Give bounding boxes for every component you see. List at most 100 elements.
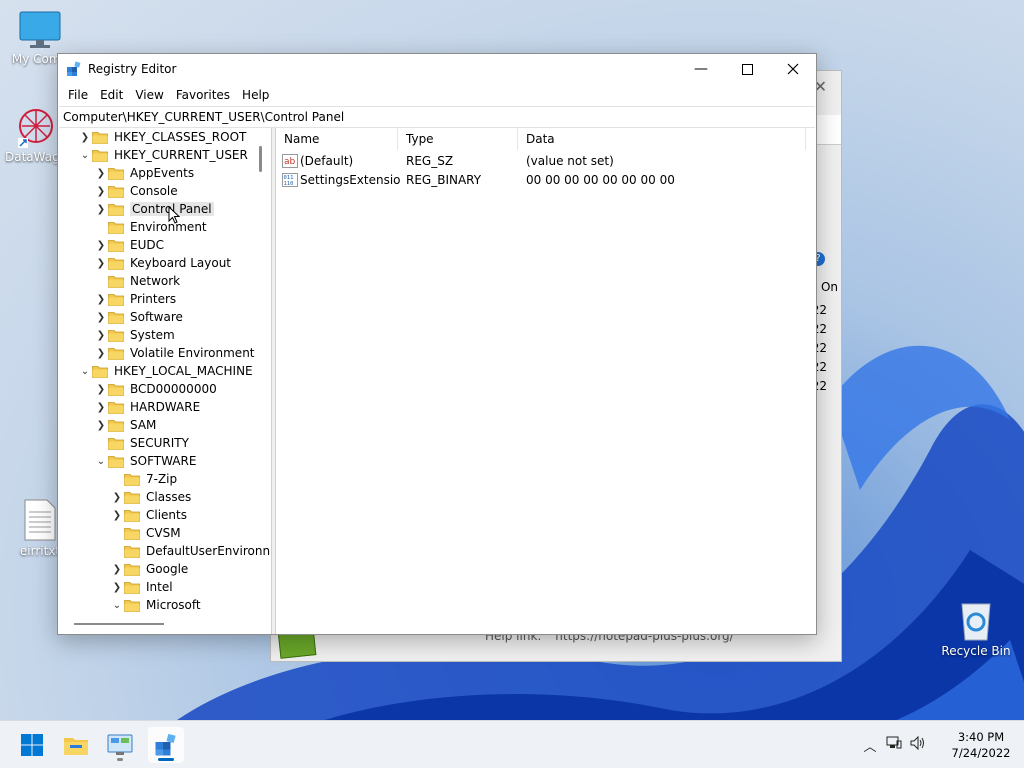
chevron-right-icon[interactable]: ❯ [94,204,108,215]
tree-vertical-scrollbar[interactable] [259,146,262,172]
tree-node[interactable]: ❯ Volatile Environment [94,344,255,362]
registry-editor-icon [155,733,176,756]
tree-node[interactable]: ⌄ Microsoft [110,596,201,614]
network-icon[interactable] [882,736,906,754]
menu-edit[interactable]: Edit [94,88,129,102]
tree-node[interactable]: 7-Zip [110,470,177,488]
control-panel-button[interactable] [102,727,138,763]
tree-node[interactable]: ⌄ SOFTWARE [94,452,197,470]
tree-node[interactable]: Environment [94,218,207,236]
chevron-right-icon[interactable]: ❯ [78,132,92,143]
tree-node[interactable]: ❯ EUDC [94,236,164,254]
chevron-right-icon[interactable]: ❯ [94,258,108,269]
tree-node[interactable]: ❯ Software [94,308,183,326]
chevron-down-icon[interactable]: ⌄ [94,456,108,467]
chevron-down-icon[interactable]: ⌄ [78,366,92,377]
value-name: SettingsExtensio... [300,173,400,187]
tree-node[interactable]: ❯ Clients [110,506,187,524]
desktop-icon-label: Recycle Bin [941,644,1011,658]
desktop-icon-recycle-bin[interactable]: Recycle Bin [936,598,1016,658]
maximize-button[interactable] [724,54,770,84]
menu-file[interactable]: File [62,88,94,102]
tree-node[interactable]: ❯ SAM [94,416,157,434]
column-header: l On [813,280,838,294]
registry-editor-taskbar-button[interactable] [148,727,184,763]
key-tree[interactable]: ❯ HKEY_CLASSES_ROOT ⌄ HKEY_CURRENT_USER ❯ App… [58,128,272,634]
chevron-down-icon[interactable]: ⌄ [110,600,124,611]
values-list[interactable]: Name Type Data ab (Default) REG_SZ (valu… [276,128,816,634]
tree-node-label: CVSM [146,526,181,540]
tree-node-label: HARDWARE [130,400,201,414]
tree-node[interactable]: ❯ Intel [110,578,173,596]
chevron-right-icon[interactable]: ❯ [94,294,108,305]
tree-node[interactable]: ⌄ HKEY_CURRENT_USER [78,146,248,164]
chevron-right-icon[interactable]: ❯ [110,492,124,503]
tree-node[interactable]: ❯ Classes [110,488,191,506]
tree-node[interactable]: CVSM [110,524,181,542]
tree-node[interactable]: ❯ BCD00000000 [94,380,217,398]
tree-node-label: Network [130,274,181,288]
file-explorer-button[interactable] [58,727,94,763]
title-bar[interactable]: Registry Editor — [58,54,816,84]
tree-node-label: SOFTWARE [130,454,197,468]
volume-icon[interactable] [906,735,930,754]
chevron-right-icon[interactable]: ❯ [94,312,108,323]
value-type: REG_SZ [406,154,454,168]
tree-node[interactable]: ❯ Printers [94,290,176,308]
value-row[interactable]: 011 110 SettingsExtensio... REG_BINARY 0… [276,171,816,190]
tree-node[interactable]: ❯ HKEY_CLASSES_ROOT [78,128,247,146]
value-data: (value not set) [526,154,614,168]
value-row[interactable]: ab (Default) REG_SZ (value not set) [276,152,816,171]
tree-node[interactable]: ❯ AppEvents [94,164,194,182]
value-type: REG_BINARY [406,173,482,187]
registry-editor-window[interactable]: Registry Editor — File Edit View Favorit… [57,53,817,635]
address-bar[interactable]: Computer\HKEY_CURRENT_USER\Control Panel [59,106,815,128]
column-header-type[interactable]: Type [398,128,518,150]
tree-node[interactable]: ⌄ HKEY_LOCAL_MACHINE [78,362,253,380]
tree-node-label: SAM [130,418,157,432]
tree-node[interactable]: DefaultUserEnvironn [110,542,270,560]
tree-node[interactable]: ❯ Console [94,182,178,200]
folder-icon [108,401,124,414]
column-header-name[interactable]: Name [276,128,398,150]
chevron-up-icon[interactable]: ︿ [858,736,882,755]
chevron-right-icon[interactable]: ❯ [94,384,108,395]
address-path: Computer\HKEY_CURRENT_USER\Control Panel [63,110,345,124]
svg-text:ab: ab [284,157,296,167]
chevron-down-icon[interactable]: ⌄ [78,150,92,161]
desktop-icon-label: eirritxt [19,544,61,558]
folder-icon [108,239,124,252]
folder-icon [108,275,124,288]
menu-favorites[interactable]: Favorites [170,88,236,102]
tree-node[interactable]: ❯ Google [110,560,189,578]
chevron-right-icon[interactable]: ❯ [110,564,124,575]
chevron-right-icon[interactable]: ❯ [94,186,108,197]
chevron-right-icon[interactable]: ❯ [110,510,124,521]
tree-node[interactable]: ❯ Keyboard Layout [94,254,231,272]
tree-node[interactable]: ❯ Control Panel [94,200,214,218]
clock[interactable]: 3:40 PM 7/24/2022 [938,729,1024,761]
menu-view[interactable]: View [129,88,169,102]
file-explorer-icon [64,738,88,755]
chevron-right-icon[interactable]: ❯ [94,420,108,431]
chevron-right-icon[interactable]: ❯ [94,348,108,359]
tree-node[interactable]: ❯ System [94,326,175,344]
tree-horizontal-scrollbar[interactable] [74,623,164,625]
column-header-data[interactable]: Data [518,128,806,150]
close-button[interactable] [770,54,816,84]
start-button[interactable] [14,727,50,763]
menu-help[interactable]: Help [236,88,275,102]
chevron-right-icon[interactable]: ❯ [94,330,108,341]
tree-node-label: AppEvents [130,166,195,180]
folder-icon [124,563,140,576]
tree-node[interactable]: ❯ HARDWARE [94,398,200,416]
chevron-right-icon[interactable]: ❯ [94,240,108,251]
tree-node[interactable]: Network [94,272,180,290]
svg-text:110: 110 [284,181,294,187]
minimize-button[interactable]: — [678,54,724,84]
chevron-right-icon[interactable]: ❯ [110,582,124,593]
chevron-right-icon[interactable]: ❯ [94,402,108,413]
chevron-right-icon[interactable]: ❯ [94,168,108,179]
tree-node[interactable]: SECURITY [94,434,189,452]
folder-icon [124,473,140,486]
